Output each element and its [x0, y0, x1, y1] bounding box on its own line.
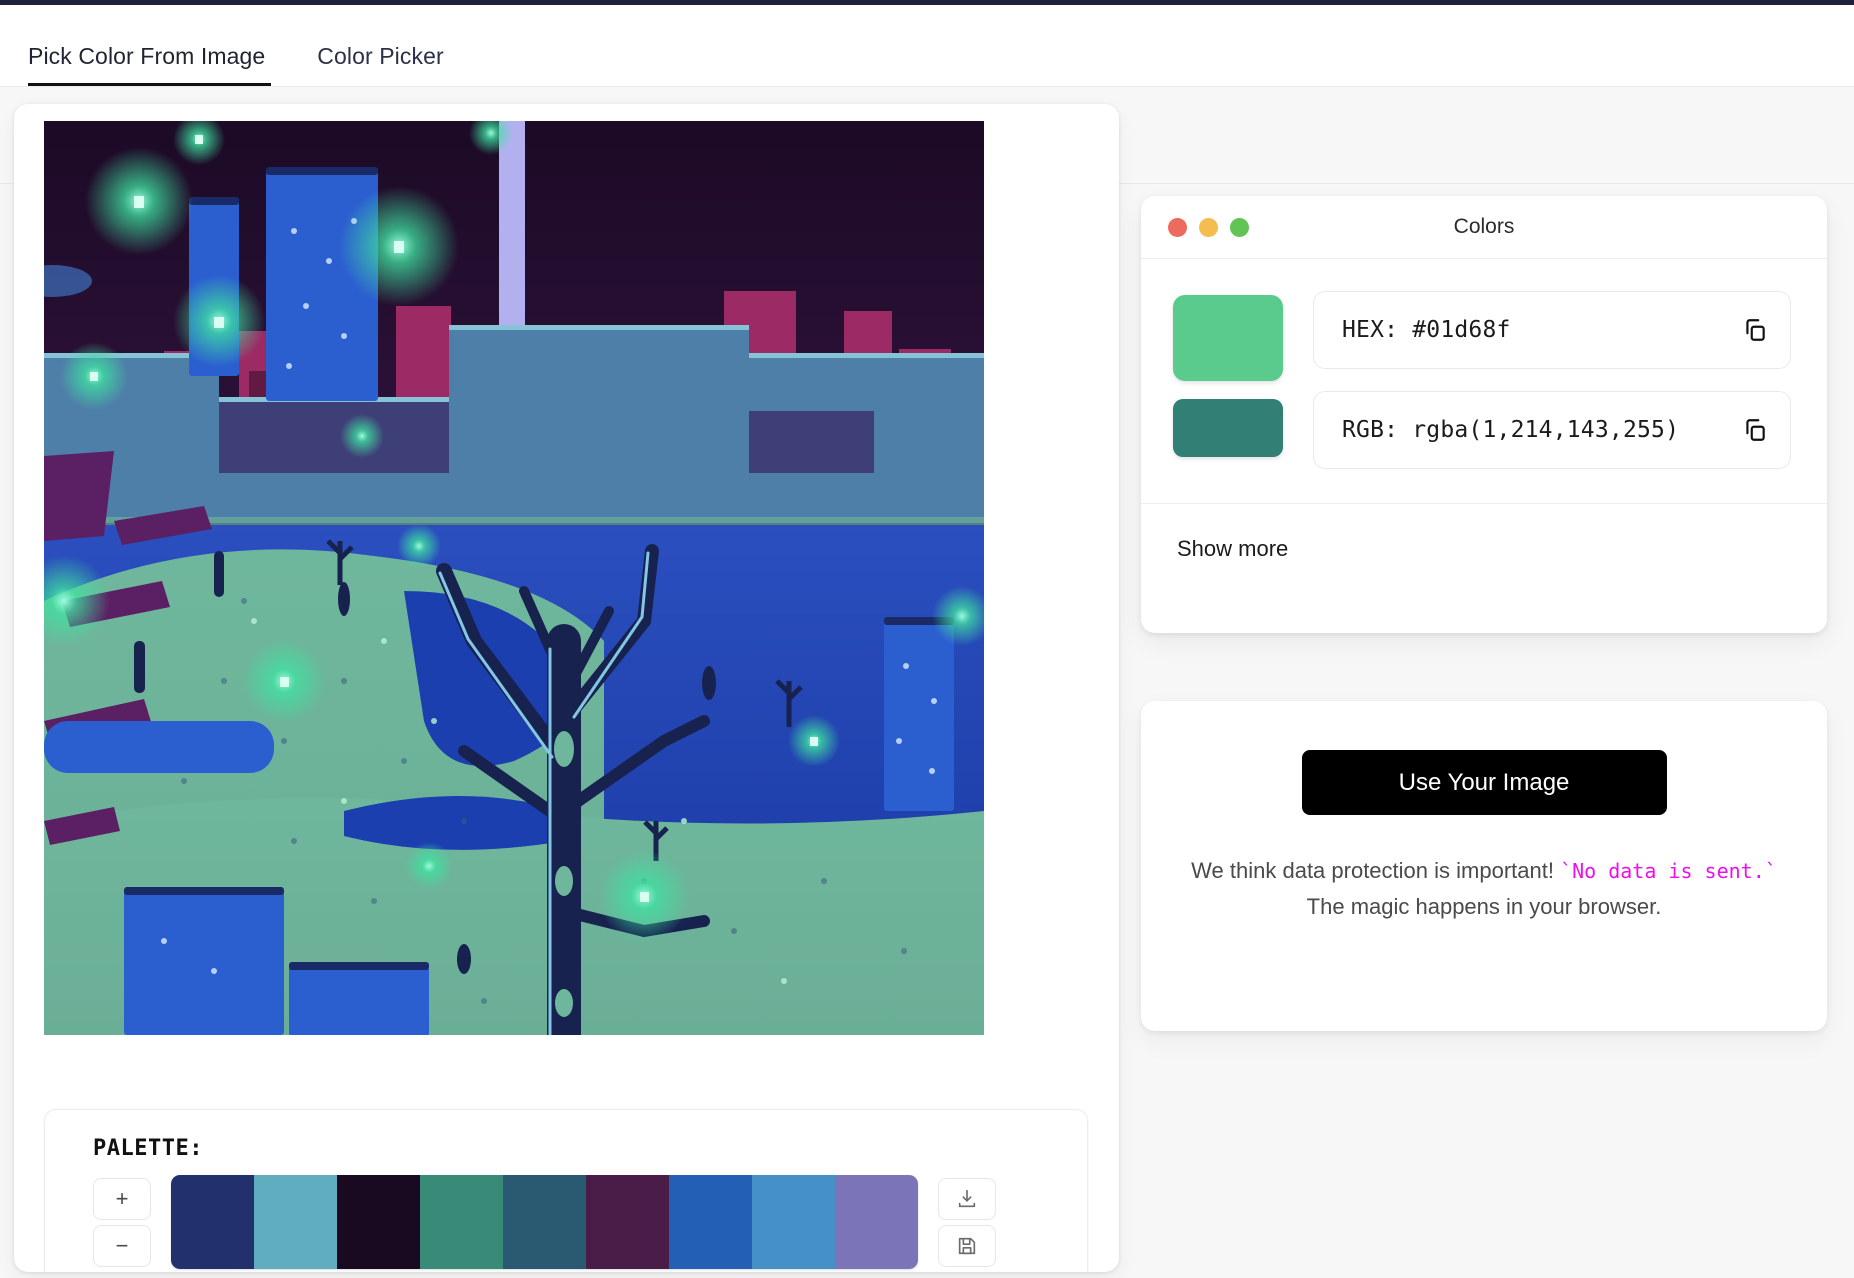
show-more-button[interactable]: Show more	[1141, 504, 1288, 562]
palette-swatch[interactable]	[503, 1175, 586, 1269]
privacy-code: `No data is sent.`	[1560, 859, 1777, 883]
copy-rgb-button[interactable]	[1742, 417, 1768, 443]
privacy-prefix: We think data protection is important!	[1191, 858, 1561, 883]
colors-window-body: HEX: #01d68f RGB: rgba(1,214,143,255)	[1141, 259, 1827, 469]
colors-window-titlebar: Colors	[1141, 196, 1827, 259]
copy-icon	[1746, 319, 1765, 341]
palette-stepper: + −	[93, 1177, 151, 1267]
image-panel: PALETTE: + −	[14, 104, 1119, 1272]
copy-icon	[1746, 419, 1765, 441]
tab-pick-color-from-image[interactable]: Pick Color From Image	[28, 43, 287, 86]
palette-remove-button[interactable]: −	[93, 1224, 151, 1267]
use-your-image-button[interactable]: Use Your Image	[1301, 750, 1667, 815]
palette-swatch[interactable]	[752, 1175, 835, 1269]
tab-label: Pick Color From Image	[28, 43, 266, 69]
page-body: PALETTE: + − Colors HEX: #01d68f RGB: rg…	[0, 87, 1854, 1278]
color-value-fields: HEX: #01d68f RGB: rgba(1,214,143,255)	[1313, 291, 1791, 469]
download-icon	[958, 1189, 976, 1207]
rgb-value-text: RGB: rgba(1,214,143,255)	[1342, 417, 1680, 443]
privacy-suffix: The magic happens in your browser.	[1306, 893, 1662, 919]
secondary-color-chip[interactable]	[1173, 399, 1283, 457]
palette-save-button[interactable]	[938, 1224, 996, 1267]
use-image-panel: Use Your Image We think data protection …	[1141, 701, 1827, 1031]
image-canvas[interactable]	[44, 121, 984, 1035]
tab-label: Color Picker	[317, 43, 444, 69]
tab-color-picker[interactable]: Color Picker	[317, 43, 465, 86]
hex-value-text: HEX: #01d68f	[1342, 317, 1511, 343]
palette-title: PALETTE:	[93, 1136, 203, 1161]
copy-hex-button[interactable]	[1742, 317, 1768, 343]
palette-swatch[interactable]	[254, 1175, 337, 1269]
save-icon	[958, 1237, 976, 1254]
palette-add-button[interactable]: +	[93, 1177, 151, 1220]
palette-swatch-strip[interactable]	[171, 1175, 918, 1269]
color-chip-column	[1173, 291, 1283, 469]
palette-io-buttons	[938, 1177, 996, 1267]
palette-swatch[interactable]	[669, 1175, 752, 1269]
colors-window: Colors HEX: #01d68f RGB: rgba(1,214,143,…	[1141, 196, 1827, 633]
palette-swatch[interactable]	[337, 1175, 420, 1269]
tab-strip: Pick Color From Image Color Picker	[0, 5, 1854, 87]
hex-value-field[interactable]: HEX: #01d68f	[1313, 291, 1791, 369]
palette-swatch[interactable]	[171, 1175, 254, 1269]
privacy-notice: We think data protection is important! `…	[1184, 853, 1784, 924]
palette-swatch[interactable]	[420, 1175, 503, 1269]
artwork-svg	[44, 121, 984, 1035]
palette-swatch[interactable]	[835, 1175, 918, 1269]
primary-color-chip[interactable]	[1173, 295, 1283, 381]
colors-window-title: Colors	[1453, 215, 1515, 238]
palette-panel: PALETTE: + −	[44, 1109, 1088, 1272]
palette-swatch[interactable]	[586, 1175, 669, 1269]
palette-controls-row: + −	[93, 1175, 1087, 1269]
palette-download-button[interactable]	[938, 1177, 996, 1220]
rgb-value-field[interactable]: RGB: rgba(1,214,143,255)	[1313, 391, 1791, 469]
